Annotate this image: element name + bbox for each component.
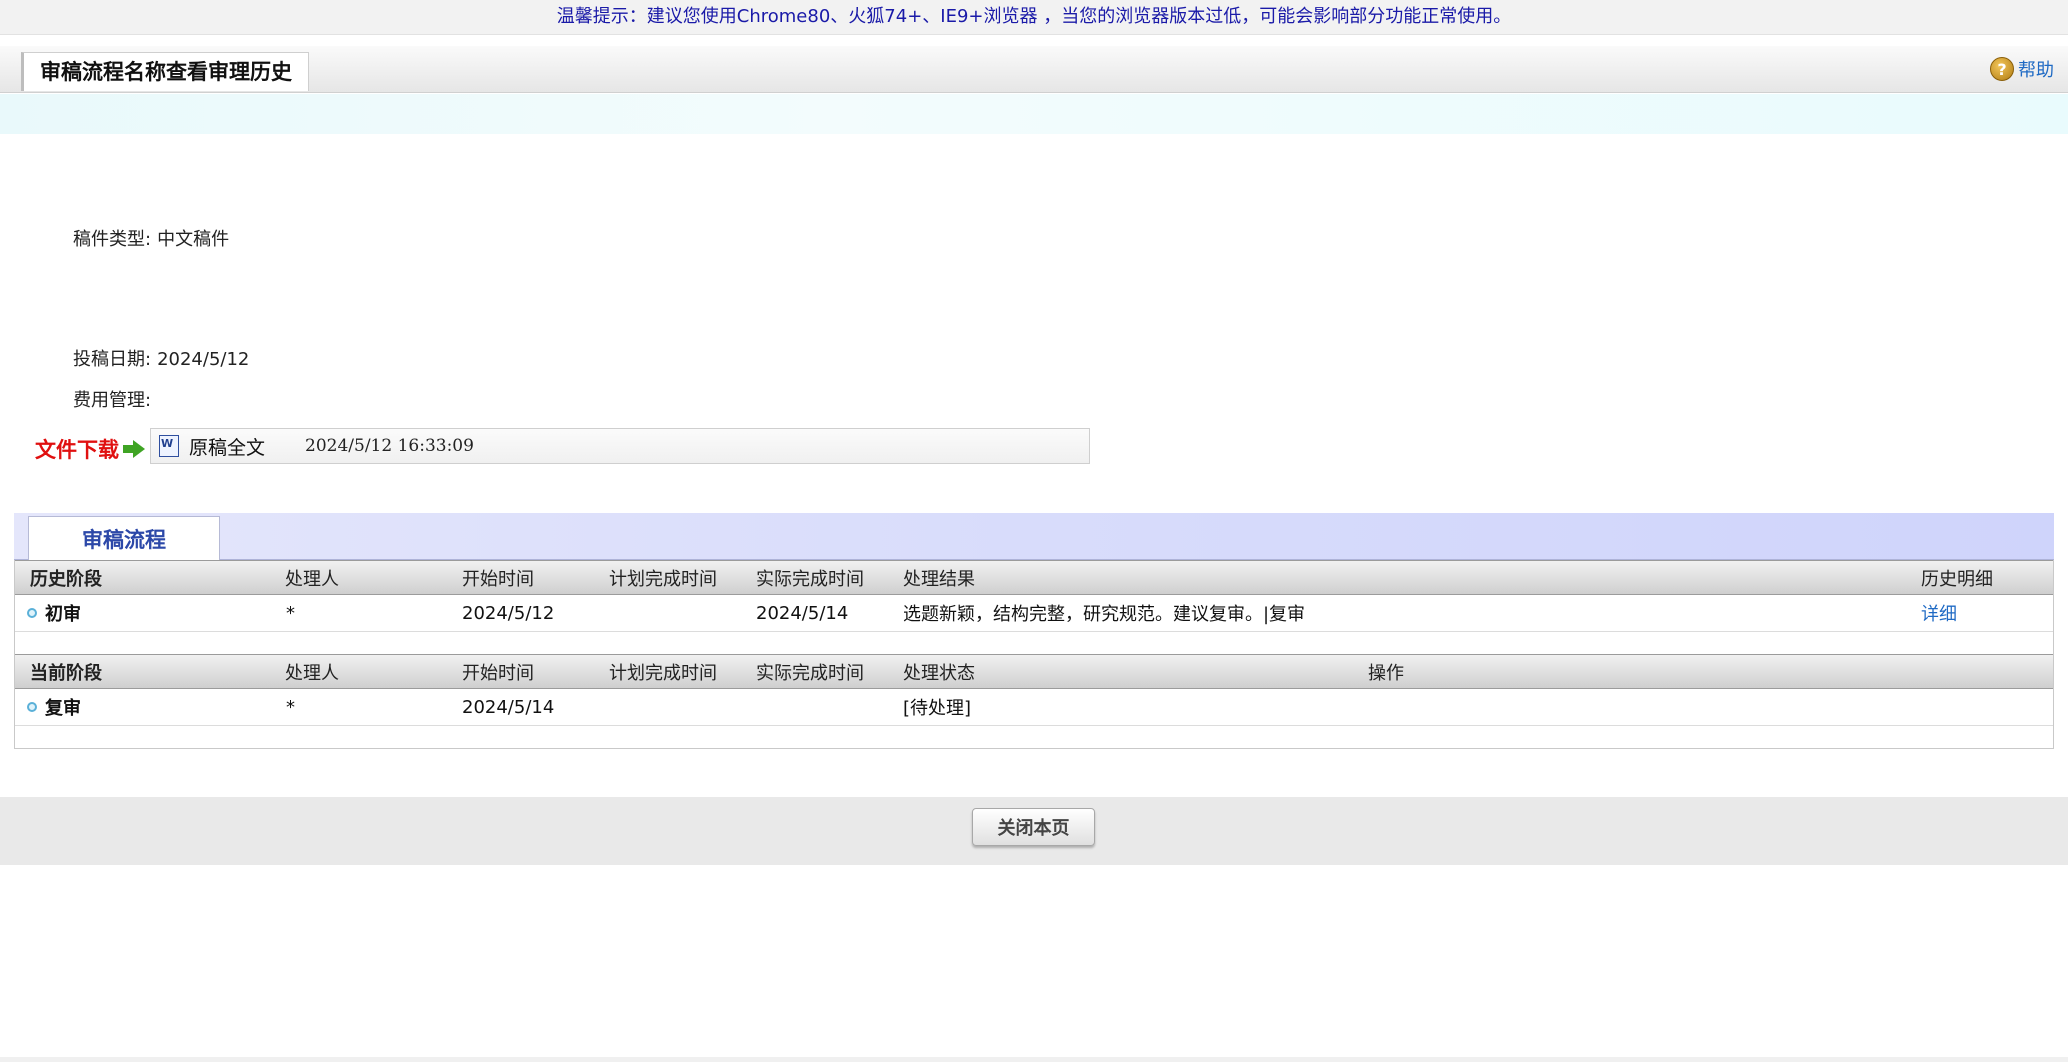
col-actual-time: 实际完成时间 xyxy=(756,662,864,684)
col-actual-time: 实际完成时间 xyxy=(756,568,864,590)
info-band xyxy=(0,94,2068,134)
review-process-table: 历史阶段 处理人 开始时间 计划完成时间 实际完成时间 处理结果 历史明细 初审… xyxy=(14,560,2054,749)
bullet-icon xyxy=(27,702,37,712)
close-page-button[interactable]: 关闭本页 xyxy=(972,808,1095,846)
tab-review-process[interactable]: 审稿流程 xyxy=(28,516,220,560)
submit-date-value: 2024/5/12 xyxy=(157,349,250,370)
file-download-text: 文件下载 xyxy=(35,438,119,462)
manuscript-type-label: 稿件类型: xyxy=(73,229,152,250)
footer-bar: 关闭本页 xyxy=(0,797,2068,865)
col-planned-time: 计划完成时间 xyxy=(609,662,717,684)
col-handler: 处理人 xyxy=(285,662,339,684)
submit-date-label: 投稿日期: xyxy=(73,349,152,370)
col-current-stage: 当前阶段 xyxy=(30,662,102,684)
stage-name: 初审 xyxy=(45,604,81,625)
title-bar: 审稿流程名称查看审理历史 ? 帮助 xyxy=(0,46,2068,93)
file-time: 2024/5/12 16:33:09 xyxy=(305,436,474,456)
file-download-label: 文件下载 xyxy=(35,434,145,464)
manuscript-type-value: 中文稿件 xyxy=(157,229,230,250)
history-detail-link[interactable]: 详细 xyxy=(1921,595,1957,631)
col-start-time: 开始时间 xyxy=(462,568,534,590)
row-spacer xyxy=(15,631,2053,654)
row-spacer xyxy=(15,725,2053,748)
review-process-header: 审稿流程 xyxy=(14,513,2054,560)
fee-field: 费用管理: xyxy=(73,386,157,412)
manuscript-type-field: 稿件类型: 中文稿件 xyxy=(73,225,229,251)
col-start-time: 开始时间 xyxy=(462,662,534,684)
col-history-detail: 历史明细 xyxy=(1921,568,1993,590)
history-stage-cell: 初审 xyxy=(27,595,81,631)
help-label[interactable]: 帮助 xyxy=(2018,56,2054,82)
col-history-stage: 历史阶段 xyxy=(30,568,102,590)
start-cell: 2024/5/12 xyxy=(462,602,555,624)
current-stage-cell: 复审 xyxy=(27,689,81,725)
start-cell: 2024/5/14 xyxy=(462,696,555,718)
fee-label: 费用管理: xyxy=(73,390,152,411)
arrow-right-icon xyxy=(123,440,145,458)
help-icon: ? xyxy=(1990,57,2014,81)
table-row: 初审 * 2024/5/12 2024/5/14 选题新颖，结构完整，研究规范。… xyxy=(15,595,2053,631)
file-download-box: 原稿全文 2024/5/12 16:33:09 xyxy=(150,428,1090,464)
current-header-row: 当前阶段 处理人 开始时间 计划完成时间 实际完成时间 处理状态 操作 xyxy=(15,654,2053,689)
actual-cell: 2024/5/14 xyxy=(756,602,849,624)
handler-cell: * xyxy=(286,602,295,624)
result-cell: 选题新颖，结构完整，研究规范。建议复审。|复审 xyxy=(903,604,1306,625)
submit-date-field: 投稿日期: 2024/5/12 xyxy=(73,345,249,371)
bullet-icon xyxy=(27,608,37,618)
bottom-divider xyxy=(0,1057,2068,1062)
handler-cell: * xyxy=(286,696,295,718)
review-process-section: 审稿流程 历史阶段 处理人 开始时间 计划完成时间 实际完成时间 处理结果 历史… xyxy=(14,513,2054,749)
browser-notice: 温馨提示：建议您使用Chrome80、火狐74+、IE9+浏览器 ，当您的浏览器… xyxy=(0,0,2068,35)
col-handler: 处理人 xyxy=(285,568,339,590)
word-document-icon[interactable] xyxy=(159,435,179,457)
history-header-row: 历史阶段 处理人 开始时间 计划完成时间 实际完成时间 处理结果 历史明细 xyxy=(15,560,2053,595)
col-status: 处理状态 xyxy=(903,662,975,684)
page-title: 审稿流程名称查看审理历史 xyxy=(21,52,309,91)
stage-name: 复审 xyxy=(45,698,81,719)
table-row: 复审 * 2024/5/14 [待处理] xyxy=(15,689,2053,725)
col-result: 处理结果 xyxy=(903,568,975,590)
col-operation: 操作 xyxy=(1368,662,1404,684)
status-cell: [待处理] xyxy=(903,698,972,719)
help-link[interactable]: ? 帮助 xyxy=(1990,56,2054,82)
col-planned-time: 计划完成时间 xyxy=(609,568,717,590)
file-name-link[interactable]: 原稿全文 xyxy=(189,433,265,460)
